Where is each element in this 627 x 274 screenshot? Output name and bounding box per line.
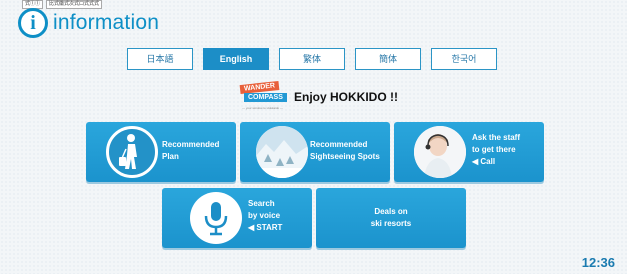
brand-headline: Enjoy HOKKIDO !! bbox=[294, 90, 398, 104]
brand-banner: WANDER COMPASS — your window to Hokkaido… bbox=[238, 80, 398, 112]
tile-label: Ask the staff to get there ◀ Call bbox=[472, 133, 521, 168]
tile-label: Recommended Plan bbox=[162, 140, 220, 161]
tile-label: Search by voice ◀ START bbox=[248, 199, 283, 234]
traveler-icon bbox=[106, 126, 158, 178]
clock: 12:36 bbox=[581, 255, 615, 270]
language-button-korean[interactable]: 한국어 bbox=[431, 48, 497, 70]
ski-deals-tile[interactable]: Deals on ski resorts bbox=[316, 188, 466, 248]
language-button-japanese[interactable]: 日本語 bbox=[127, 48, 193, 70]
language-button-simplified-chinese[interactable]: 簡体 bbox=[355, 48, 421, 70]
language-button-traditional-chinese[interactable]: 繁体 bbox=[279, 48, 345, 70]
language-button-english[interactable]: English bbox=[203, 48, 269, 70]
information-icon: i bbox=[18, 8, 48, 38]
sightseeing-spots-tile[interactable]: Recommended Sightseeing Spots bbox=[240, 122, 390, 182]
microphone-icon bbox=[190, 192, 242, 244]
snowy-landscape-icon bbox=[256, 126, 308, 178]
call-action[interactable]: ◀ Call bbox=[472, 156, 520, 168]
tile-label: Recommended Sightseeing Spots bbox=[310, 140, 380, 161]
page-header: i information bbox=[18, 8, 159, 38]
wander-compass-logo: WANDER COMPASS — your window to Hokkaido… bbox=[238, 80, 292, 112]
page-title: information bbox=[53, 11, 160, 34]
tile-label: Deals on ski resorts bbox=[370, 207, 412, 228]
recommended-plan-tile[interactable]: Recommended Plan bbox=[86, 122, 236, 182]
start-action[interactable]: ◀ START bbox=[248, 222, 282, 234]
language-selector: 日本語 English 繁体 簡体 한국어 bbox=[127, 48, 497, 70]
operator-icon bbox=[414, 126, 466, 178]
ask-staff-tile[interactable]: Ask the staff to get there ◀ Call bbox=[394, 122, 544, 182]
voice-search-tile[interactable]: Search by voice ◀ START bbox=[162, 188, 312, 248]
